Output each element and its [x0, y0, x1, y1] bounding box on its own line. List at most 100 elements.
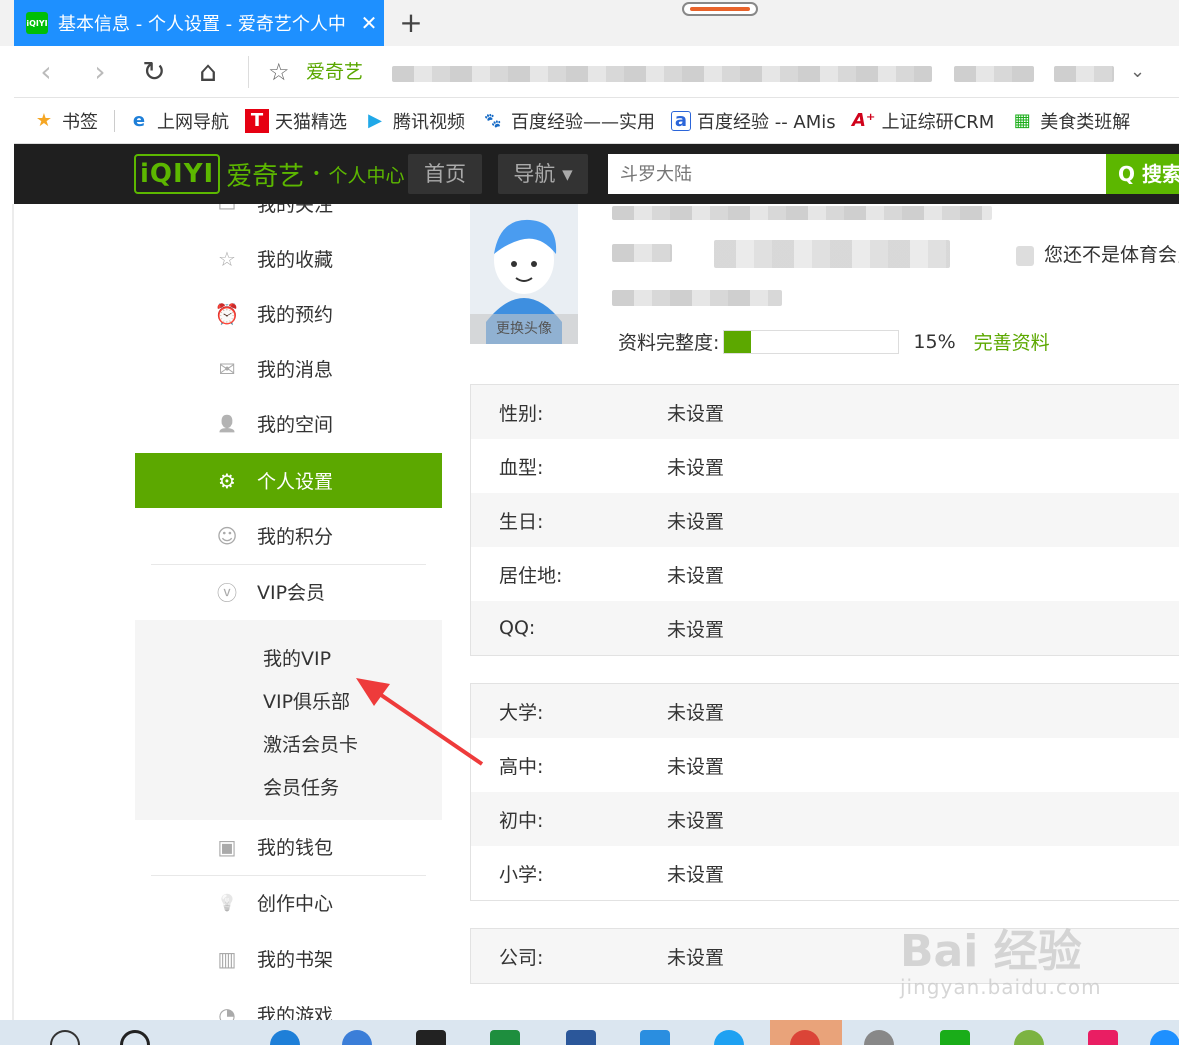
sidebar-item-vip[interactable]: ⓥ VIP会员 — [135, 564, 442, 619]
vip-sub-club[interactable]: VIP俱乐部 — [263, 687, 350, 714]
address-bar: ‹ › ↻ ⌂ ☆ 爱奇艺 ⌄ — [14, 46, 1179, 98]
browser-taskbar-icon[interactable] — [270, 1030, 300, 1045]
search-input[interactable] — [608, 154, 1106, 194]
sidebar-item-wallet[interactable]: ▣ 我的钱包 — [135, 819, 442, 874]
sidebar-item-label: 我的书架 — [257, 949, 334, 971]
info-label: 生日: — [499, 510, 544, 533]
bookmark-item[interactable]: ▶ 腾讯视频 — [363, 108, 465, 134]
info-row[interactable]: 小学: 未设置 — [471, 846, 1179, 900]
user-id-blurred — [612, 290, 782, 306]
main-content: 更换头像 您还不是体育会员 资料完整度: 15% 完善资料 性别: 未设置 血型:… — [470, 204, 1179, 1020]
completeness-label: 资料完整度: — [618, 332, 720, 354]
address-site-name[interactable]: 爱奇艺 — [306, 54, 363, 90]
wechat-icon[interactable] — [1014, 1030, 1044, 1045]
tab-close-icon[interactable]: ✕ — [354, 11, 384, 35]
logo-brand: 爱奇艺 — [226, 161, 305, 192]
bookmark-label: 上网导航 — [157, 111, 229, 133]
crm-icon: A⁺ — [851, 110, 876, 131]
gear-icon: ⚙ — [218, 468, 236, 493]
points-icon: ☺ — [216, 523, 238, 548]
bookmark-star-icon[interactable]: ☆ — [268, 54, 290, 90]
sidebar-item-following[interactable]: ▭ 我的关注 — [135, 204, 442, 231]
window-handle[interactable] — [682, 2, 758, 16]
sidebar-item-reservations[interactable]: ⏰ 我的预约 — [135, 286, 442, 341]
bookmarks-bar: ★ 书签 e 上网导航 T 天猫精选 ▶ 腾讯视频 🐾 百度经验——实用 a 百… — [14, 98, 1179, 144]
cortana-icon[interactable] — [120, 1030, 150, 1045]
search-button[interactable]: Q 搜索 — [1106, 154, 1179, 194]
complete-profile-link[interactable]: 完善资料 — [974, 328, 1050, 355]
sports-member-text: 您还不是体育会员 — [1044, 244, 1179, 266]
sidebar-item-label: 我的钱包 — [257, 837, 334, 859]
bookmark-item[interactable]: T 天猫精选 — [245, 108, 347, 134]
info-row[interactable]: 居住地: 未设置 — [471, 547, 1179, 601]
iqiyi-logo[interactable]: iQIYI 爱奇艺 • 个人中心 — [134, 154, 405, 194]
sidebar-item-points[interactable]: ☺ 我的积分 — [135, 508, 442, 563]
info-value: 未设置 — [667, 755, 725, 778]
sidebar-item-creator[interactable]: 💡 创作中心 — [135, 875, 442, 930]
info-row[interactable]: 初中: 未设置 — [471, 792, 1179, 846]
info-row[interactable]: 大学: 未设置 — [471, 684, 1179, 738]
bookshelf-icon: ▥ — [217, 946, 237, 971]
bookmark-item[interactable]: A⁺ 上证综研CRM — [851, 108, 994, 134]
sidebar-item-games[interactable]: ◔ 我的游戏 — [135, 987, 442, 1021]
info-label: 血型: — [499, 456, 544, 479]
info-label: 小学: — [499, 863, 544, 886]
store-icon[interactable] — [416, 1030, 446, 1045]
info-row[interactable]: 血型: 未设置 — [471, 439, 1179, 493]
info-row[interactable]: QQ: 未设置 — [471, 601, 1179, 655]
app3-icon[interactable] — [864, 1030, 894, 1045]
nav-home-button[interactable]: 首页 — [408, 154, 482, 194]
back-icon[interactable]: ‹ — [28, 54, 64, 90]
vip-sub-activate-card[interactable]: 激活会员卡 — [263, 730, 358, 757]
sidebar-item-label: 我的收藏 — [257, 249, 334, 271]
app4-icon[interactable] — [1088, 1030, 1118, 1045]
vip-sub-tasks[interactable]: 会员任务 — [263, 773, 339, 800]
sidebar-item-space[interactable]: 👤 我的空间 — [135, 396, 442, 451]
word-icon[interactable] — [566, 1030, 596, 1045]
bookmark-item[interactable]: a 百度经验 -- AMis — [671, 108, 836, 134]
nav-guide-button[interactable]: 导航 ▾ — [498, 154, 588, 194]
home-icon[interactable]: ⌂ — [190, 54, 226, 90]
info-row[interactable]: 性别: 未设置 — [471, 385, 1179, 439]
info-row[interactable]: 生日: 未设置 — [471, 493, 1179, 547]
sidebar-item-bookshelf[interactable]: ▥ 我的书架 — [135, 931, 442, 986]
new-tab-button[interactable]: + — [396, 6, 426, 40]
sidebar-item-messages[interactable]: ✉ 我的消息 — [135, 341, 442, 396]
info-label: 公司: — [499, 946, 544, 969]
browser-tab-active[interactable]: iQIYI 基本信息 - 个人设置 - 爱奇艺个人中 ✕ — [14, 0, 384, 46]
bookmark-item[interactable]: ▦ 美食类班解 — [1010, 108, 1131, 134]
education-info-block: 大学: 未设置 高中: 未设置 初中: 未设置 小学: 未设置 — [470, 683, 1179, 901]
info-label: 大学: — [499, 701, 544, 724]
ie-icon: e — [132, 110, 146, 131]
avatar[interactable]: 更换头像 — [470, 204, 578, 344]
qq-icon[interactable] — [714, 1030, 744, 1045]
sidebar-item-label: 我的游戏 — [257, 1005, 334, 1020]
address-url-blurred[interactable] — [392, 66, 932, 82]
app5-icon[interactable] — [1150, 1030, 1179, 1045]
search-icon[interactable] — [50, 1030, 80, 1045]
info-row[interactable]: 高中: 未设置 — [471, 738, 1179, 792]
bookmark-item[interactable]: e 上网导航 — [127, 108, 229, 134]
sidebar-item-favorites[interactable]: ☆ 我的收藏 — [135, 231, 442, 286]
basic-info-block: 性别: 未设置 血型: 未设置 生日: 未设置 居住地: 未设置 QQ: 未设置 — [470, 384, 1179, 656]
baidu-watermark: Bai 经验 jingyan.baidu.com — [900, 915, 1102, 999]
bookmark-item[interactable]: ★ 书签 — [32, 108, 98, 134]
chevron-down-icon[interactable]: ⌄ — [1130, 54, 1145, 90]
reload-icon[interactable]: ↻ — [136, 54, 172, 90]
bookmark-item[interactable]: 🐾 百度经验——实用 — [481, 108, 655, 134]
vip-sub-my-vip[interactable]: 我的VIP — [263, 644, 331, 671]
bookmark-label: 美食类班解 — [1040, 111, 1131, 133]
sports-member-status[interactable]: 您还不是体育会员 — [1016, 240, 1179, 267]
forward-icon[interactable]: › — [82, 54, 118, 90]
excel-icon[interactable] — [490, 1030, 520, 1045]
change-avatar-button[interactable]: 更换头像 — [470, 314, 578, 344]
logo-sub: 个人中心 — [328, 164, 405, 187]
address-blur-2 — [954, 66, 1034, 82]
info-label: QQ: — [499, 617, 536, 639]
sidebar-item-settings[interactable]: ⚙ 个人设置 — [135, 453, 442, 508]
vip-icon: ⓥ — [217, 581, 237, 605]
tab-bar: iQIYI 基本信息 - 个人设置 - 爱奇艺个人中 ✕ + — [0, 0, 1179, 46]
app-taskbar-icon[interactable] — [342, 1030, 372, 1045]
app2-icon[interactable] — [640, 1030, 670, 1045]
iqiyi-taskbar-icon[interactable] — [940, 1030, 970, 1045]
